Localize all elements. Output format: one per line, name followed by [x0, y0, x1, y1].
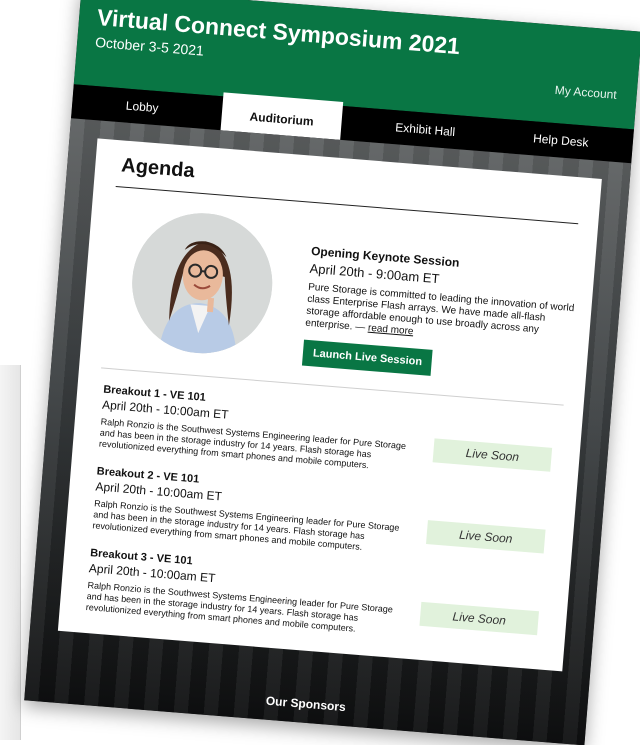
background-page-edge [0, 365, 21, 740]
agenda-heading: Agenda [120, 154, 195, 183]
breakout-session-3: Breakout 3 - VE 101 April 20th - 10:00am… [85, 547, 399, 638]
live-soon-button-3[interactable]: Live Soon [419, 602, 539, 635]
event-page: Virtual Connect Symposium 2021 October 3… [24, 0, 640, 745]
keynote-session: Opening Keynote Session April 20th - 9:0… [302, 244, 579, 387]
live-soon-button-1[interactable]: Live Soon [433, 438, 553, 471]
read-more-link[interactable]: read more [368, 323, 414, 338]
agenda-panel: Agenda Opening Keynote Session April 20t… [58, 138, 602, 671]
speaker-photo [127, 208, 278, 359]
breakout-session-2: Breakout 2 - VE 101 April 20th - 10:00am… [92, 465, 406, 556]
breakout-session-1: Breakout 1 - VE 101 April 20th - 10:00am… [99, 384, 413, 475]
launch-live-session-button[interactable]: Launch Live Session [302, 340, 433, 376]
speaker-avatar-icon [127, 208, 278, 359]
live-soon-button-2[interactable]: Live Soon [426, 520, 546, 553]
my-account-link[interactable]: My Account [554, 83, 617, 102]
